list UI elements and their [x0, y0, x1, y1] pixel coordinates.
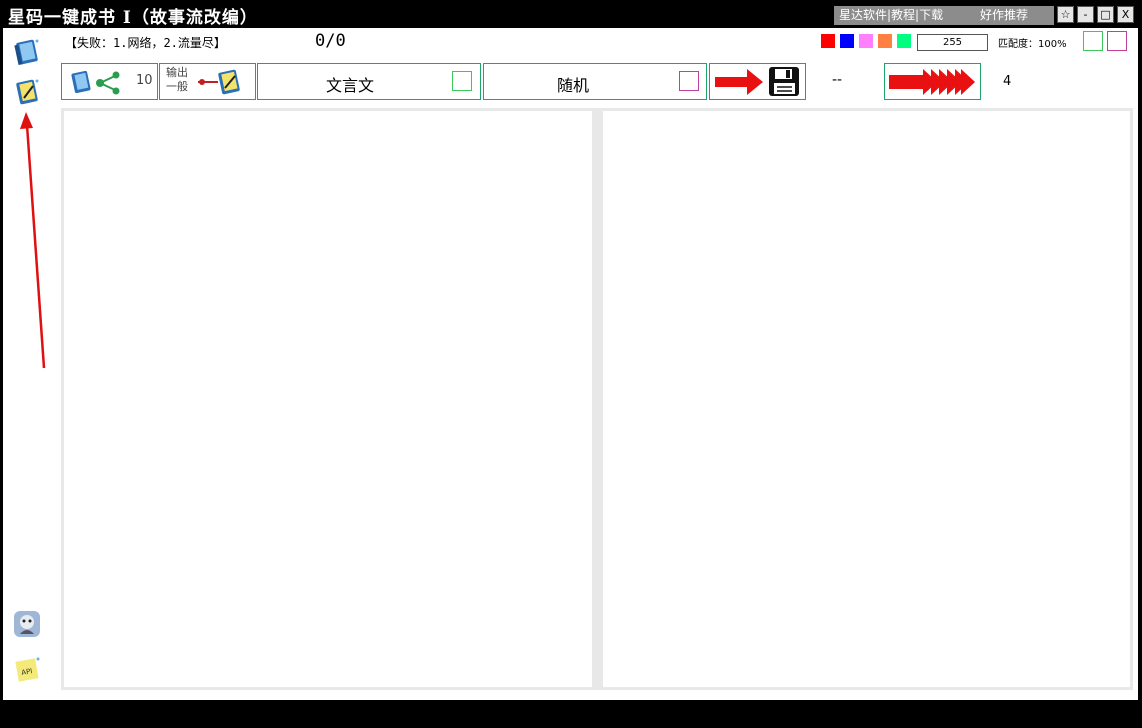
value-input[interactable]: 255: [917, 34, 988, 51]
book-icon[interactable]: [12, 37, 42, 71]
output-text-panel[interactable]: [600, 108, 1133, 690]
output-mode-button[interactable]: 输出 一般: [159, 63, 256, 100]
avatar-icon[interactable]: [11, 608, 43, 644]
title-bar: 星码一键成书 I（故事流改编） 星达软件|教程|下载 好作推荐 ☆ - □ X: [0, 0, 1142, 28]
output-book-icon: [198, 69, 240, 95]
classical-chinese-button[interactable]: 文言文: [257, 63, 481, 100]
close-button[interactable]: X: [1117, 6, 1134, 23]
client-area: API 【失败：1.网络，2.流量尽】 0/0 255 匹配度：100% 10 …: [3, 28, 1138, 700]
software-links[interactable]: 星达软件|教程|下载: [839, 6, 943, 25]
share-icon: [71, 70, 120, 95]
top-links-bar: 星达软件|教程|下载 好作推荐: [834, 6, 1054, 25]
classical-checkbox[interactable]: [452, 71, 472, 91]
minimize-button[interactable]: -: [1077, 6, 1094, 23]
output-label-2: 一般: [166, 80, 188, 93]
save-arrow-icon: [715, 67, 799, 96]
share-count: 10: [136, 73, 153, 88]
classical-chinese-label: 文言文: [326, 76, 375, 95]
color-swatch-red[interactable]: [821, 34, 835, 48]
color-swatch-green[interactable]: [897, 34, 911, 48]
source-text-panel[interactable]: [61, 108, 595, 690]
multi-arrow-icon: [889, 69, 975, 95]
edit-book-icon[interactable]: [12, 77, 42, 111]
purple-checkbox[interactable]: [1107, 31, 1127, 51]
color-swatch-pink[interactable]: [859, 34, 873, 48]
batch-run-button[interactable]: [884, 63, 981, 100]
random-button[interactable]: 随机: [483, 63, 707, 100]
batch-count: 4: [1003, 74, 1012, 89]
pin-button[interactable]: ☆: [1057, 6, 1074, 23]
random-checkbox[interactable]: [679, 71, 699, 91]
green-checkbox[interactable]: [1083, 31, 1103, 51]
maximize-button[interactable]: □: [1097, 6, 1114, 23]
color-swatch-blue[interactable]: [840, 34, 854, 48]
status-message: 【失败：1.网络，2.流量尽】: [65, 36, 226, 50]
recommend-link[interactable]: 好作推荐: [980, 6, 1028, 25]
dash-indicator: --: [832, 72, 843, 88]
api-note-icon[interactable]: API: [13, 654, 43, 688]
progress-counter: 0/0: [315, 31, 346, 51]
window-title: 星码一键成书 I（故事流改编）: [8, 8, 258, 28]
random-label: 随机: [557, 76, 590, 95]
color-swatch-orange[interactable]: [878, 34, 892, 48]
output-label-1: 输出: [166, 66, 188, 79]
save-button[interactable]: [709, 63, 806, 100]
match-label: 匹配度：100%: [998, 39, 1067, 50]
share-count-button[interactable]: 10: [61, 63, 158, 100]
